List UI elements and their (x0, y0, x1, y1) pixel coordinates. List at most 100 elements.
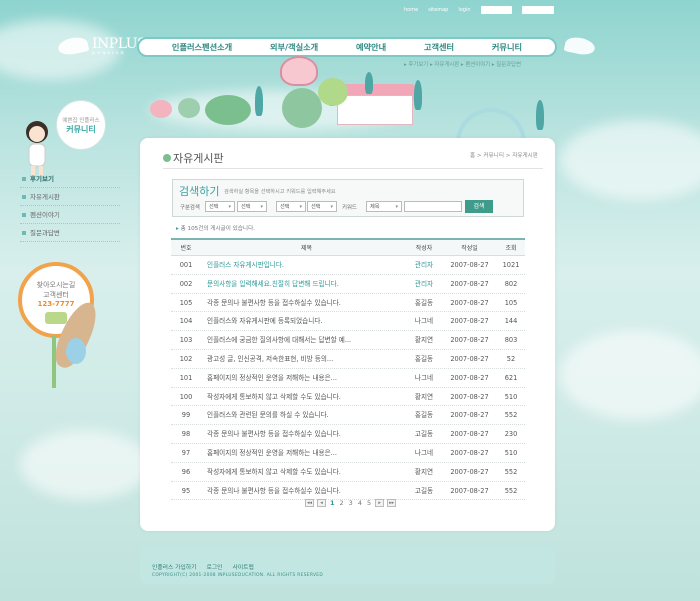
row-title[interactable]: 작성자에게 통보하지 않고 삭제할 수도 있습니다. (201, 463, 406, 481)
row-number: 98 (181, 430, 191, 439)
footer-join-link[interactable]: 인플러스 가입하기 (152, 562, 197, 571)
category-select-4[interactable]: 선택 (307, 201, 337, 212)
sign-customer-center-label: 고객센터 (43, 291, 69, 299)
chinese-button[interactable]: CHINESE (522, 6, 555, 14)
tree-icon (255, 86, 263, 116)
row-author: 홍길동 (414, 354, 434, 363)
row-title[interactable]: 작성자에게 통보하지 않고 삭제할 수도 있습니다. (201, 388, 406, 406)
table-row[interactable]: 98 각종 문의나 불편사항 등을 접수하실수 있습니다. 고길동 2007-08-2… (171, 425, 525, 444)
row-title[interactable]: 홈페이지의 정상적인 운영을 저해하는 내용은... (201, 444, 406, 462)
table-row[interactable]: 100 작성자에게 통보하지 않고 삭제할 수도 있습니다. 황지연 2007-08-… (171, 388, 525, 407)
header-author: 작성자 (415, 245, 433, 252)
row-title[interactable]: 광고성 글, 인신공격, 저속한표현, 비방 등의... (201, 350, 406, 368)
table-row[interactable]: 105 각종 문의나 불편사항 등을 접수하실수 있습니다. 홍길동 2007-08-… (171, 294, 525, 313)
row-title[interactable]: 각종 문의나 불편사항 등을 접수하실수 있습니다. (201, 482, 406, 500)
header-date: 작성일 (461, 245, 478, 252)
nav-item-reservation[interactable]: 예약안내 (356, 41, 386, 53)
row-title[interactable]: 각종 문의나 불편사항 등을 접수하실수 있습니다. (201, 425, 406, 443)
row-number: 99 (181, 411, 191, 420)
table-row[interactable]: 102 광고성 글, 인신공격, 저속한표현, 비방 등의... 홍길동 2007-0… (171, 350, 525, 369)
last-page-button[interactable]: ▸▸ (387, 499, 397, 507)
prev-page-button[interactable]: ◂ (317, 499, 326, 507)
bush-icon (178, 98, 200, 118)
table-row[interactable]: 97 홈페이지의 정상적인 운영을 저해하는 내용은... 나그네 2007-08-2… (171, 444, 525, 463)
row-views: 510 (504, 448, 518, 457)
table-row[interactable]: 96 작성자에게 통보하지 않고 삭제할 수도 있습니다. 황지연 2007-08-2… (171, 463, 525, 482)
footer-login-link[interactable]: 로그인 (207, 562, 223, 571)
row-views: 802 (504, 279, 518, 288)
nav-item-pension-intro[interactable]: 인플러스펜션소개 (172, 41, 232, 53)
header-title: 제목 (300, 245, 313, 252)
title-leaf-icon (163, 154, 171, 162)
row-author: 고길동 (414, 486, 434, 495)
row-title[interactable]: 인플러스와 자유게시판에 등록되었습니다. (201, 312, 406, 330)
row-views: 552 (504, 486, 518, 495)
row-title[interactable]: 인플러스와 관련된 문의를 하실 수 있습니다. (201, 406, 406, 424)
row-author: 관리자 (414, 279, 434, 288)
nav-item-community[interactable]: 커뮤니티 (492, 41, 522, 53)
row-date: 2007-08-27 (450, 317, 489, 326)
row-date: 2007-08-27 (450, 467, 489, 476)
category-select-2[interactable]: 선택 (237, 201, 267, 212)
community-speech-bubble: 예쁜집 인플러스 커뮤니티 (56, 100, 106, 150)
next-page-button[interactable]: ▸ (375, 499, 385, 507)
table-row[interactable]: 002 문의사항을 입력해세요.친절히 답변해 드립니다. 관리자 2007-08-2… (171, 275, 525, 294)
category-select-3[interactable]: 선택 (276, 201, 306, 212)
row-title[interactable]: 문의사항을 입력해세요.친절히 답변해 드립니다. (201, 275, 406, 293)
breadcrumb: 홈 > 커뮤니티 > 자유게시판 (470, 153, 538, 159)
row-views: 510 (504, 392, 518, 401)
row-number: 97 (181, 448, 191, 457)
keyword-field-select[interactable]: 제목 (366, 201, 402, 212)
page-title: 자유게시판 (173, 152, 224, 165)
page-5[interactable]: 5 (366, 499, 372, 507)
row-title[interactable]: 인플러스에 궁금한 질의사항에 대해서는 답변할 예... (201, 331, 406, 349)
row-views: 621 (504, 373, 518, 382)
nav-item-customer-center[interactable]: 고객센터 (424, 41, 454, 53)
tree-icon (365, 72, 373, 94)
row-number: 002 (179, 279, 193, 288)
home-link[interactable]: home (404, 7, 418, 13)
nav-item-rooms[interactable]: 외부/객실소개 (270, 41, 318, 53)
table-row[interactable]: 95 각종 문의나 불편사항 등을 접수하실수 있습니다. 고길동 2007-08-2… (171, 482, 525, 501)
page-4[interactable]: 4 (357, 499, 363, 507)
table-row[interactable]: 001 인플러스 자유게시판입니다. 관리자 2007-08-27 1021 (171, 256, 525, 275)
table-row[interactable]: 99 인플러스와 관련된 문의를 하실 수 있습니다. 홍길동 2007-08-27 5… (171, 406, 525, 426)
keyword-input[interactable] (404, 201, 462, 212)
table-row[interactable]: 103 인플러스에 궁금한 질의사항에 대해서는 답변할 예... 황지연 2007-… (171, 331, 525, 350)
sidebar-item-free-board[interactable]: 자유게시판 (20, 188, 120, 206)
page-3[interactable]: 3 (348, 499, 354, 507)
row-author: 고길동 (414, 430, 434, 439)
sidebar-item-pension-story[interactable]: 펜션이야기 (20, 206, 120, 224)
sitemap-link[interactable]: sitemap (428, 7, 448, 13)
main-nav: 인플러스펜션소개 외부/객실소개 예약안내 고객센터 커뮤니티 (137, 37, 557, 57)
row-views: 552 (504, 467, 518, 476)
row-views: 144 (504, 317, 518, 326)
row-title[interactable]: 인플러스 자유게시판입니다. (201, 256, 406, 274)
english-button[interactable]: ENGLISH (480, 6, 513, 14)
login-link[interactable]: login (458, 7, 470, 13)
row-number: 102 (179, 354, 193, 363)
bubble-subtitle: 예쁜집 인플러스 (62, 117, 100, 124)
row-date: 2007-08-27 (450, 261, 489, 269)
row-title[interactable]: 각종 문의나 불편사항 등을 접수하실수 있습니다. (201, 294, 406, 312)
page-1[interactable]: 1 (329, 499, 336, 507)
car-icon (45, 312, 67, 324)
table-row[interactable]: 104 인플러스와 자유게시판에 등록되었습니다. 나그네 2007-08-27 144 (171, 312, 525, 332)
cloud (560, 330, 700, 420)
row-date: 2007-08-27 (450, 392, 489, 401)
sign-phone: 123-7777 (37, 300, 75, 308)
table-header: 번호 제목 작성자 작성일 조회 (171, 238, 525, 256)
row-author: 홍길동 (414, 298, 434, 307)
page-2[interactable]: 2 (339, 499, 345, 507)
sidebar-item-qna[interactable]: 질문과답변 (20, 224, 120, 242)
table-row[interactable]: 101 홈페이지의 정상적인 운영을 저해하는 내용은... 나그네 2007-08-… (171, 369, 525, 388)
row-title[interactable]: 홈페이지의 정상적인 운영을 저해하는 내용은... (201, 369, 406, 387)
footer-sitemap-link[interactable]: 사이트맵 (233, 562, 254, 571)
row-views: 1021 (502, 261, 520, 269)
first-page-button[interactable]: ◂◂ (305, 499, 314, 507)
row-author: 나그네 (414, 317, 434, 326)
sidebar-item-reviews[interactable]: 후기보기 (20, 170, 120, 188)
category-select-1[interactable]: 선택 (205, 201, 235, 212)
row-author: 황지연 (414, 467, 434, 476)
search-button[interactable]: 검색 (465, 200, 493, 213)
